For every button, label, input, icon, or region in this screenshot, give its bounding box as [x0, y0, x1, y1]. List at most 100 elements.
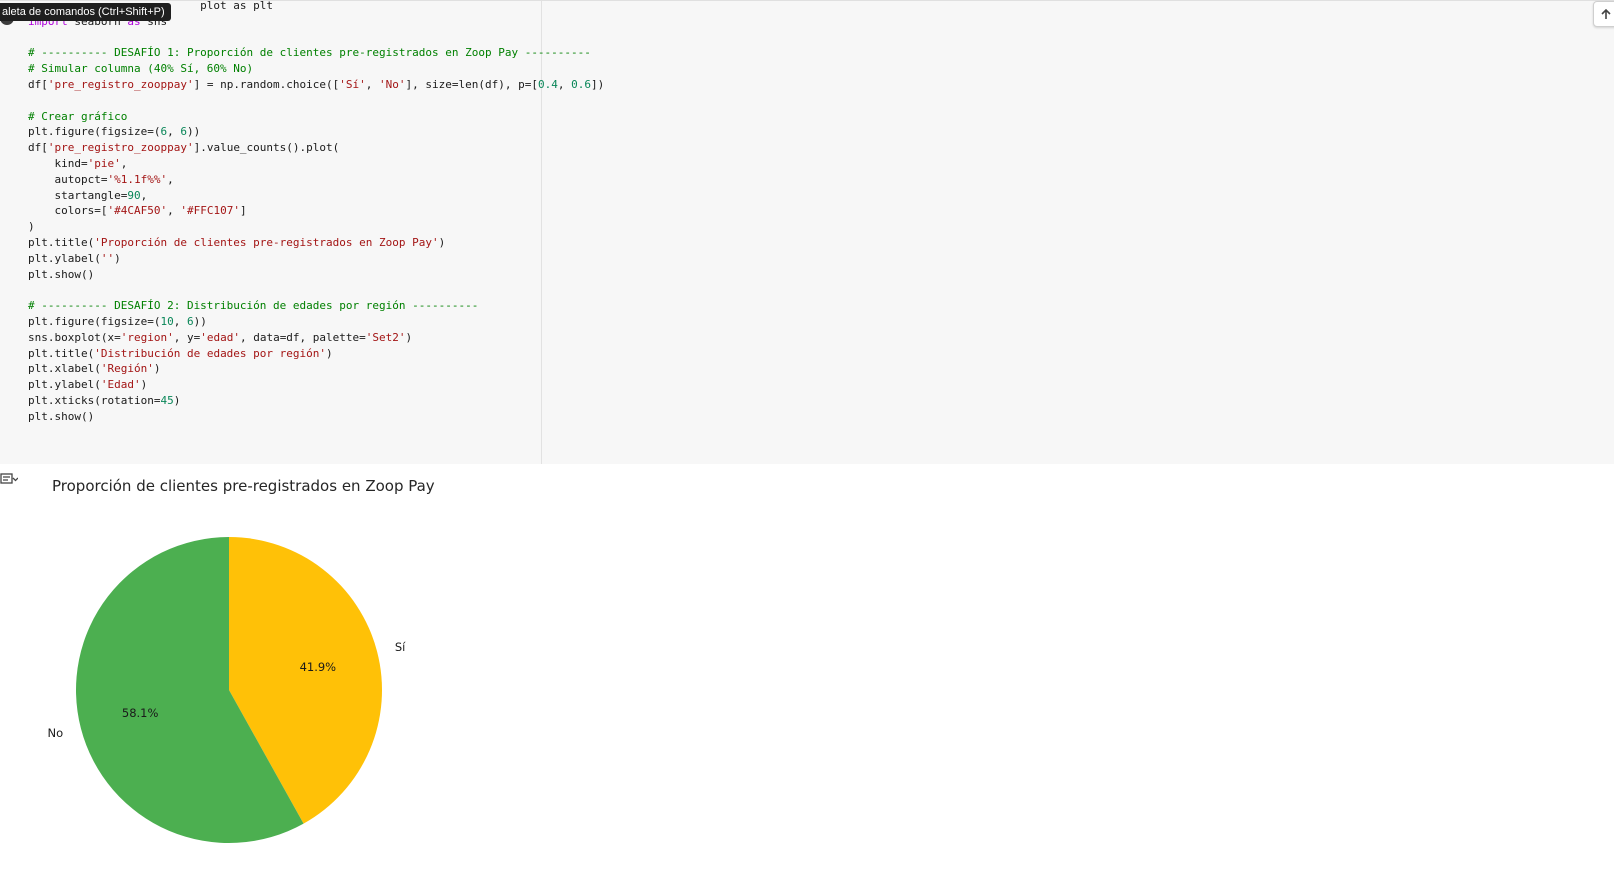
code-token: 'Región' [100, 362, 154, 376]
code-line: plt.title('Distribución de edades por re… [28, 346, 604, 362]
output-toggle-icon[interactable] [0, 471, 18, 487]
code-token: plt.show() [28, 267, 95, 281]
code-token: plt.ylabel( [28, 251, 101, 265]
code-line: df['pre_registro_zooppay'].value_counts(… [28, 140, 604, 156]
code-token: plt.xlabel( [28, 362, 101, 376]
code-line: plt.ylabel('Edad') [28, 377, 604, 393]
code-token: , [173, 314, 187, 328]
code-token: ] = np.random.choice([ [193, 77, 340, 91]
code-token: 'pre_registro_zooppay' [47, 77, 194, 91]
scroll-up-button[interactable] [1593, 1, 1614, 27]
code-line: plt.figure(figsize=(10, 6)) [28, 314, 604, 330]
code-line: plt.title('Proporción de clientes pre-re… [28, 235, 604, 251]
code-token: 'Sí' [339, 77, 366, 91]
pie-value-label: 41.9% [300, 660, 337, 674]
code-line: plt.xticks(rotation=45) [28, 393, 604, 409]
code-line: colors=['#4CAF50', '#FFC107'] [28, 203, 604, 219]
code-token: 'edad' [200, 330, 240, 344]
code-token: ] [239, 204, 247, 218]
code-token: # ---------- DESAFÍO 1: Proporción de cl… [28, 46, 591, 60]
code-token: 6 [186, 314, 194, 328]
code-token: df[ [28, 141, 48, 155]
code-line: df['pre_registro_zooppay'] = np.random.c… [28, 77, 604, 93]
code-token: plt.figure(figsize=( [28, 125, 161, 139]
code-token: sns.boxplot(x= [28, 330, 121, 344]
code-token: ) [405, 330, 413, 344]
code-token: ], size=len(df), p=[ [405, 77, 538, 91]
code-token: 'pie' [87, 156, 121, 170]
code-token: )) [186, 125, 201, 139]
code-token: , [167, 172, 174, 186]
code-token: plt.figure(figsize=( [28, 314, 161, 328]
code-line: # ---------- DESAFÍO 2: Distribución de … [28, 298, 604, 314]
code-token: 90 [127, 188, 141, 202]
command-palette-tooltip: aleta de comandos (Ctrl+Shift+P) [0, 3, 171, 21]
code-line: sns.boxplot(x='region', y='edad', data=d… [28, 330, 604, 346]
code-token: # ---------- DESAFÍO 2: Distribución de … [28, 299, 479, 313]
code-token: # Crear gráfico [28, 109, 128, 123]
code-token: '#FFC107' [180, 204, 240, 218]
code-token: '%1.1f%%' [107, 172, 168, 186]
code-token: # Simular columna (40% Sí, 60% No) [28, 62, 254, 76]
arrow-up-icon [1601, 8, 1611, 19]
code-token: colors=[ [28, 204, 108, 218]
code-token: 10 [160, 314, 174, 328]
code-token: autopct= [28, 172, 108, 186]
code-token: 'pre_registro_zooppay' [47, 141, 194, 155]
code-token: ]) [590, 77, 605, 91]
code-token: startangle= [28, 188, 128, 202]
code-token: ) [140, 378, 148, 392]
code-line: plt.figure(figsize=(6, 6)) [28, 124, 604, 140]
pie-category-label: No [48, 726, 64, 740]
code-token: ) [326, 346, 333, 360]
code-token: 'Distribución de edades por región' [94, 346, 327, 360]
pie-value-label: 58.1% [122, 706, 159, 720]
code-line: plt.show() [28, 267, 604, 283]
code-line: startangle=90, [28, 188, 604, 204]
code-token: 0.6 [571, 77, 591, 91]
code-token: , data=df, palette= [239, 330, 366, 344]
code-line: ) [28, 219, 604, 235]
code-line: # ---------- DESAFÍO 1: Proporción de cl… [28, 45, 604, 61]
code-token: ) [173, 393, 181, 407]
code-line: # Crear gráfico [28, 109, 604, 125]
code-line: kind='pie', [28, 156, 604, 172]
code-token: )) [193, 314, 207, 328]
code-editor[interactable]: plot as plt import seaborn as sns # ------… [28, 0, 604, 425]
code-token: , [120, 156, 128, 170]
code-token: 'region' [120, 330, 174, 344]
code-token: kind= [28, 156, 88, 170]
code-token: plt.title( [28, 235, 95, 249]
code-line: plt.show() [28, 409, 604, 425]
code-token: 45 [160, 393, 174, 407]
code-token: '#4CAF50' [107, 204, 168, 218]
code-token: '' [100, 251, 115, 265]
code-token: plt.show() [28, 409, 95, 423]
code-token: 'Edad' [100, 378, 141, 392]
code-token: plt.ylabel( [28, 378, 101, 392]
code-token: df[ [28, 77, 48, 91]
code-token: 'Set2' [365, 330, 406, 344]
code-token: , [167, 204, 181, 218]
code-token: ) [438, 235, 446, 249]
code-token: ].value_counts().plot( [193, 141, 340, 155]
code-line: plt.ylabel('') [28, 251, 604, 267]
code-token: , [557, 77, 572, 91]
code-token: 0.4 [537, 77, 558, 91]
code-token: plt.xticks(rotation= [28, 393, 161, 407]
code-token: , [140, 188, 148, 202]
code-line: # Simular columna (40% Sí, 60% No) [28, 61, 604, 77]
code-token: 'No' [379, 77, 406, 91]
code-token: ) [153, 362, 161, 376]
code-cell[interactable]: plot as plt import seaborn as sns # ------… [0, 0, 1614, 465]
code-token: 6 [180, 125, 187, 139]
code-token: plt [253, 0, 274, 12]
code-token: 'Proporción de clientes pre-registrados … [94, 235, 439, 249]
code-line: plt.xlabel('Región') [28, 361, 604, 377]
pie-chart: 41.9% Sí 58.1% No [48, 537, 406, 843]
code-token: , y= [173, 330, 201, 344]
chart-title: Proporción de clientes pre-registrados e… [52, 477, 435, 495]
